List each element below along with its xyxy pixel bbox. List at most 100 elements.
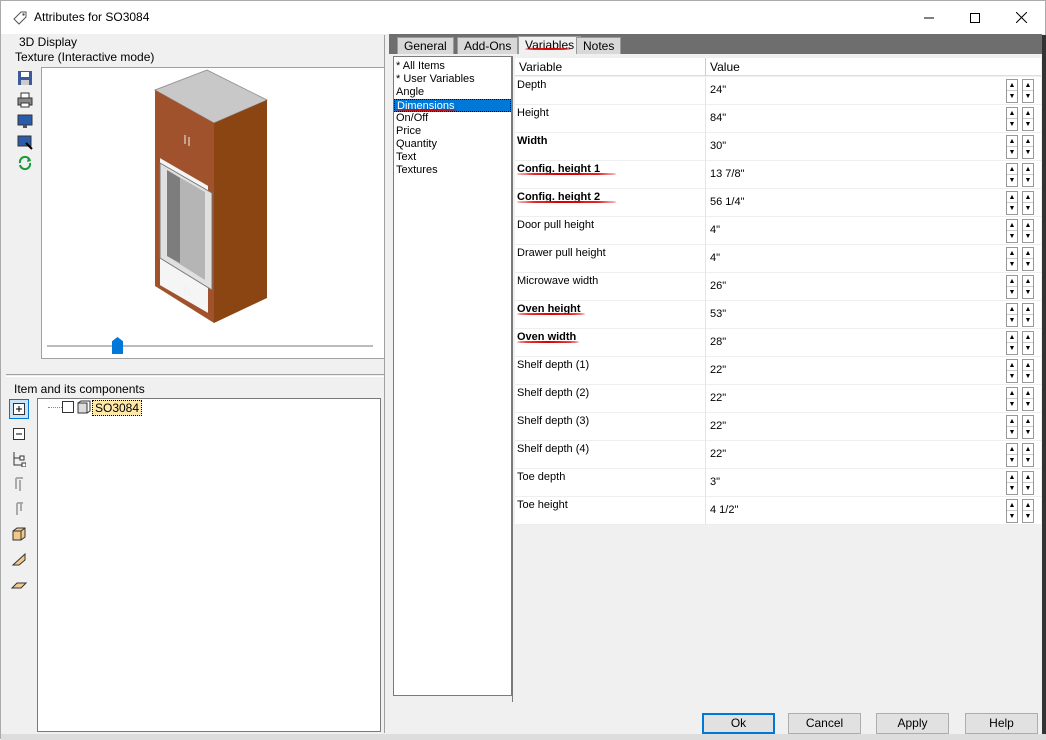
spin-button-right[interactable]: ▲ ▼ xyxy=(1022,247,1034,271)
variable-value[interactable]: 24" xyxy=(710,84,726,96)
table-row[interactable]: Drawer pull height 4" ▲ ▼ ▲ ▼ xyxy=(515,245,1041,273)
spin-button-right[interactable]: ▲ ▼ xyxy=(1022,443,1034,467)
table-row[interactable]: Width 30" ▲ ▼ ▲ ▼ xyxy=(515,133,1041,161)
help-button[interactable]: Help xyxy=(965,713,1038,734)
spin-button-left[interactable]: ▲ ▼ xyxy=(1006,135,1018,159)
table-row[interactable]: Shelf depth (3) 22" ▲ ▼ ▲ ▼ xyxy=(515,413,1041,441)
variable-value[interactable]: 4 1/2" xyxy=(710,504,738,516)
variable-value[interactable]: 30" xyxy=(710,140,726,152)
tab-notes[interactable]: Notes xyxy=(576,37,622,54)
category-all-items[interactable]: * All Items xyxy=(394,60,511,73)
shelf-icon[interactable] xyxy=(9,574,29,594)
variable-value[interactable]: 28" xyxy=(710,336,726,348)
spin-button-right[interactable]: ▲ ▼ xyxy=(1022,163,1034,187)
variable-value[interactable]: 4" xyxy=(710,252,720,264)
spin-button-left[interactable]: ▲ ▼ xyxy=(1006,219,1018,243)
variable-value[interactable]: 4" xyxy=(710,224,720,236)
clip-icon[interactable] xyxy=(9,474,29,494)
variable-value[interactable]: 22" xyxy=(710,392,726,404)
expand-icon[interactable] xyxy=(9,399,29,419)
collapse-icon[interactable] xyxy=(9,424,29,444)
spin-button-right[interactable]: ▲ ▼ xyxy=(1022,135,1034,159)
spin-button-right[interactable]: ▲ ▼ xyxy=(1022,275,1034,299)
close-button[interactable] xyxy=(998,1,1044,34)
spin-button-left[interactable]: ▲ ▼ xyxy=(1006,303,1018,327)
table-row[interactable]: Oven width 28" ▲ ▼ ▲ ▼ xyxy=(515,329,1041,357)
ok-button[interactable]: Ok xyxy=(702,713,775,734)
spin-button-left[interactable]: ▲ ▼ xyxy=(1006,331,1018,355)
panel-icon[interactable] xyxy=(9,549,29,569)
variable-value[interactable]: 26" xyxy=(710,280,726,292)
table-row[interactable]: Toe height 4 1/2" ▲ ▼ ▲ ▼ xyxy=(515,497,1041,525)
spin-button-left[interactable]: ▲ ▼ xyxy=(1006,163,1018,187)
tab-general[interactable]: General xyxy=(397,37,454,54)
save-icon[interactable] xyxy=(16,69,34,87)
spin-button-right[interactable]: ▲ ▼ xyxy=(1022,499,1034,523)
spin-button-right[interactable]: ▲ ▼ xyxy=(1022,79,1034,103)
slider-thumb[interactable] xyxy=(112,337,123,354)
spin-button-left[interactable]: ▲ ▼ xyxy=(1006,387,1018,411)
monitor-icon[interactable] xyxy=(16,112,34,130)
table-row[interactable]: Shelf depth (2) 22" ▲ ▼ ▲ ▼ xyxy=(515,385,1041,413)
spin-button-left[interactable]: ▲ ▼ xyxy=(1006,415,1018,439)
minimize-button[interactable] xyxy=(906,1,952,34)
variable-value[interactable]: 56 1/4" xyxy=(710,196,745,208)
category-angle[interactable]: Angle xyxy=(394,86,511,99)
tree-item-so3084[interactable]: SO3084 xyxy=(92,400,143,416)
spin-button-right[interactable]: ▲ ▼ xyxy=(1022,359,1034,383)
category-on-off[interactable]: On/Off xyxy=(394,112,511,125)
spin-button-right[interactable]: ▲ ▼ xyxy=(1022,219,1034,243)
spin-button-right[interactable]: ▲ ▼ xyxy=(1022,387,1034,411)
spin-button-left[interactable]: ▲ ▼ xyxy=(1006,79,1018,103)
table-row[interactable]: Config. height 2 56 1/4" ▲ ▼ ▲ ▼ xyxy=(515,189,1041,217)
spin-button-left[interactable]: ▲ ▼ xyxy=(1006,191,1018,215)
3d-viewport[interactable] xyxy=(41,67,385,359)
tree-checkbox[interactable] xyxy=(62,401,74,413)
hierarchy-icon[interactable] xyxy=(9,449,29,469)
tab-variables[interactable]: Variables xyxy=(518,36,582,54)
spin-button-left[interactable]: ▲ ▼ xyxy=(1006,247,1018,271)
spin-button-left[interactable]: ▲ ▼ xyxy=(1006,107,1018,131)
variable-value[interactable]: 22" xyxy=(710,448,726,460)
spin-button-left[interactable]: ▲ ▼ xyxy=(1006,275,1018,299)
spin-button-right[interactable]: ▲ ▼ xyxy=(1022,331,1034,355)
zoom-slider[interactable] xyxy=(41,327,385,367)
spin-button-left[interactable]: ▲ ▼ xyxy=(1006,471,1018,495)
variable-value[interactable]: 22" xyxy=(710,420,726,432)
tab-add-ons[interactable]: Add-Ons xyxy=(457,37,519,54)
maximize-button[interactable] xyxy=(952,1,998,34)
table-row[interactable]: Oven height 53" ▲ ▼ ▲ ▼ xyxy=(515,301,1041,329)
clip-disabled-icon[interactable] xyxy=(9,499,29,519)
variable-value[interactable]: 53" xyxy=(710,308,726,320)
spin-button-right[interactable]: ▲ ▼ xyxy=(1022,107,1034,131)
table-row[interactable]: Depth 24" ▲ ▼ ▲ ▼ xyxy=(515,77,1041,105)
variable-value[interactable]: 84" xyxy=(710,112,726,124)
table-row[interactable]: Config. height 1 13 7/8" ▲ ▼ ▲ ▼ xyxy=(515,161,1041,189)
table-row[interactable]: Shelf depth (1) 22" ▲ ▼ ▲ ▼ xyxy=(515,357,1041,385)
category-price[interactable]: Price xyxy=(394,125,511,138)
spin-button-right[interactable]: ▲ ▼ xyxy=(1022,303,1034,327)
spin-button-left[interactable]: ▲ ▼ xyxy=(1006,359,1018,383)
table-row[interactable]: Door pull height 4" ▲ ▼ ▲ ▼ xyxy=(515,217,1041,245)
print-icon[interactable] xyxy=(16,91,34,109)
category-quantity[interactable]: Quantity xyxy=(394,138,511,151)
box-icon[interactable] xyxy=(9,524,29,544)
variable-value[interactable]: 22" xyxy=(710,364,726,376)
spin-button-right[interactable]: ▲ ▼ xyxy=(1022,471,1034,495)
spin-button-right[interactable]: ▲ ▼ xyxy=(1022,191,1034,215)
export-view-icon[interactable] xyxy=(16,133,34,151)
variable-value[interactable]: 3" xyxy=(710,476,720,488)
variable-value[interactable]: 13 7/8" xyxy=(710,168,745,180)
spin-button-left[interactable]: ▲ ▼ xyxy=(1006,499,1018,523)
table-row[interactable]: Shelf depth (4) 22" ▲ ▼ ▲ ▼ xyxy=(515,441,1041,469)
spin-button-left[interactable]: ▲ ▼ xyxy=(1006,443,1018,467)
refresh-icon[interactable] xyxy=(16,154,34,172)
table-row[interactable]: Toe depth 3" ▲ ▼ ▲ ▼ xyxy=(515,469,1041,497)
category-text[interactable]: Text xyxy=(394,151,511,164)
table-row[interactable]: Microwave width 26" ▲ ▼ ▲ ▼ xyxy=(515,273,1041,301)
cancel-button[interactable]: Cancel xyxy=(788,713,861,734)
table-row[interactable]: Height 84" ▲ ▼ ▲ ▼ xyxy=(515,105,1041,133)
category-user-variables[interactable]: * User Variables xyxy=(394,73,511,86)
apply-button[interactable]: Apply xyxy=(876,713,949,734)
spin-button-right[interactable]: ▲ ▼ xyxy=(1022,415,1034,439)
